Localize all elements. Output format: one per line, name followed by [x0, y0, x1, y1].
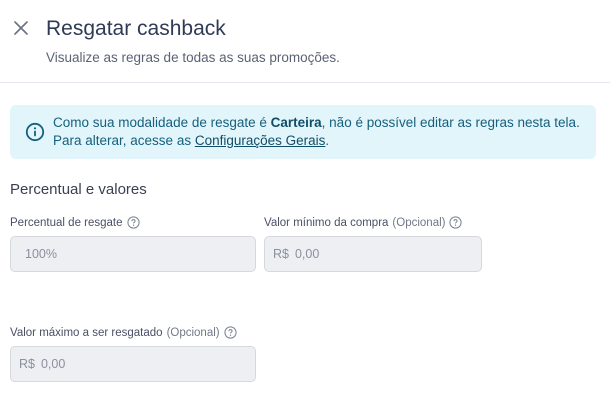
alert-text-part: Como sua modalidade de resgate é [53, 115, 271, 130]
close-button[interactable] [12, 19, 30, 37]
optional-tag: (Opcional) [392, 216, 446, 229]
percentual-input[interactable]: 100% [10, 236, 256, 272]
help-icon[interactable] [224, 326, 237, 339]
info-icon [25, 122, 45, 142]
settings-link[interactable]: Configurações Gerais [195, 133, 326, 148]
info-alert: Como sua modalidade de resgate é Carteir… [10, 105, 596, 159]
page-title: Resgatar cashback [46, 17, 226, 40]
valor-minimo-label-text: Valor mínimo da compra [264, 216, 389, 229]
valor-maximo-label: Valor máximo a ser resgatado (Opcional) [10, 326, 237, 339]
percentual-label: Percentual de resgate [10, 216, 140, 229]
close-icon [14, 21, 28, 35]
currency-prefix: R$ [19, 357, 35, 371]
percentual-value: 100% [25, 247, 57, 261]
valor-maximo-input[interactable]: R$ 0,00 [10, 346, 256, 382]
valor-minimo-label: Valor mínimo da compra (Opcional) [264, 216, 463, 229]
help-icon[interactable] [126, 216, 140, 229]
percentual-label-text: Percentual de resgate [10, 216, 123, 229]
valor-minimo-value: 0,00 [294, 247, 320, 261]
page-subtitle: Visualize as regras de todas as suas pro… [46, 50, 340, 65]
valor-maximo-label-text: Valor máximo a ser resgatado [10, 326, 163, 339]
help-icon[interactable] [449, 216, 463, 229]
section-title: Percentual e valores [10, 181, 147, 198]
valor-minimo-input[interactable]: R$ 0,00 [264, 236, 482, 272]
valor-maximo-value: 0,00 [40, 357, 66, 371]
alert-bold-mode: Carteira [270, 115, 322, 130]
alert-text-part: . [325, 133, 330, 148]
optional-tag: (Opcional) [166, 326, 220, 339]
alert-message: Como sua modalidade de resgate é Carteir… [53, 114, 589, 150]
currency-prefix: R$ [273, 247, 289, 261]
drawer-header: Resgatar cashback Visualize as regras de… [0, 0, 610, 83]
